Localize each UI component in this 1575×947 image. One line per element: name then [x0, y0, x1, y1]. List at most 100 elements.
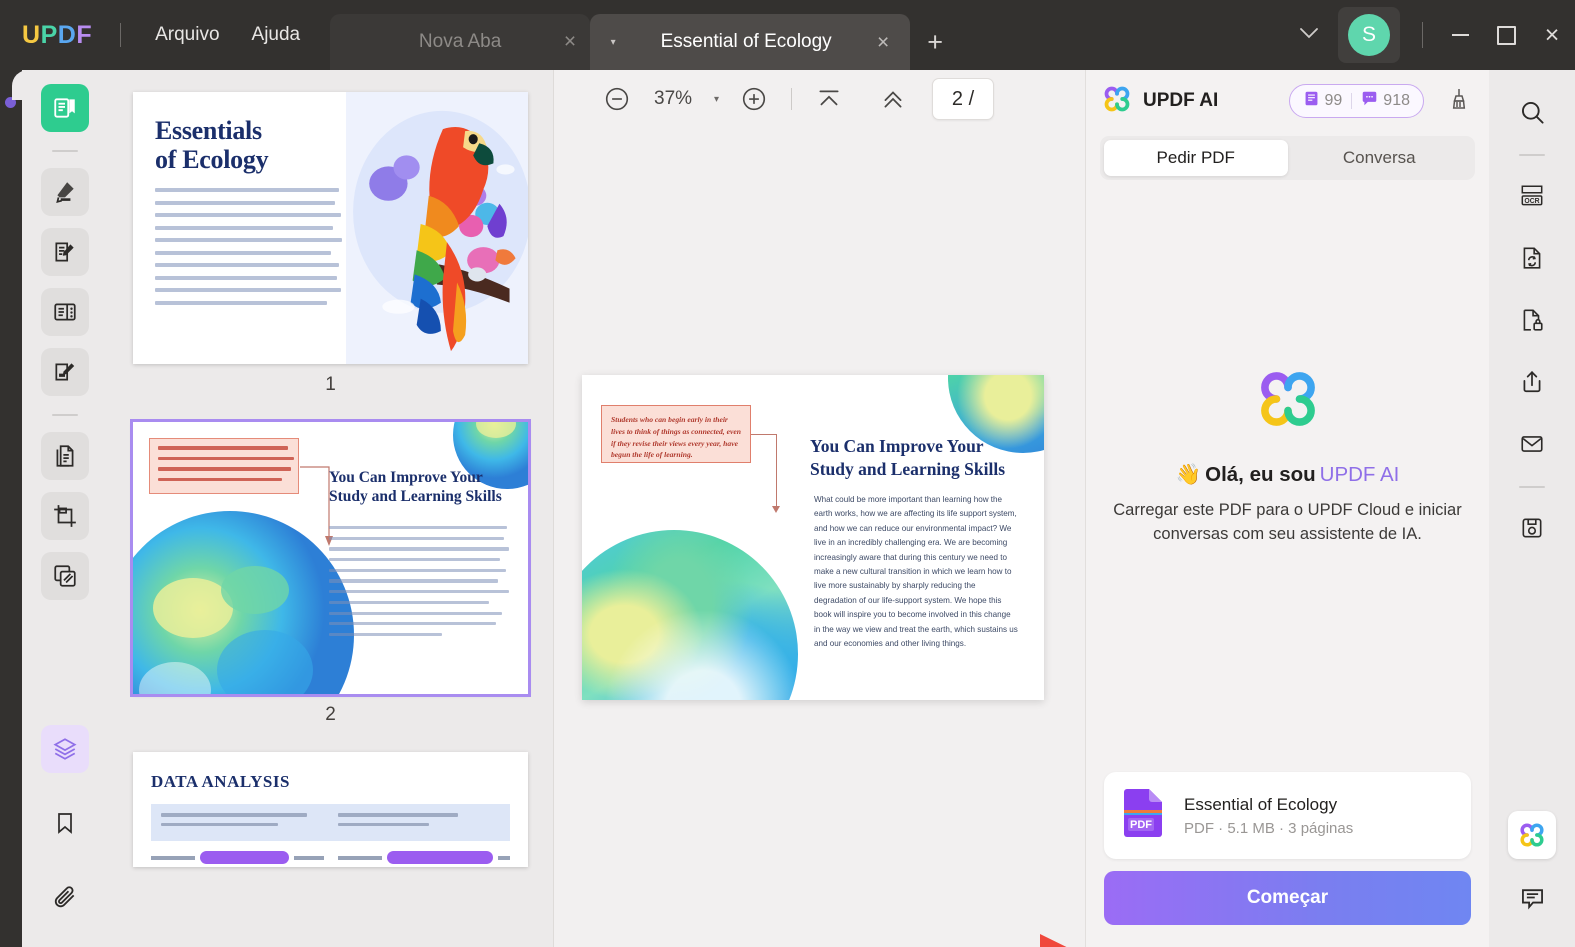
search-icon[interactable]: [1508, 88, 1556, 136]
zoom-in-icon[interactable]: [733, 78, 775, 120]
thumb2-body-lines: [329, 526, 511, 644]
broom-icon[interactable]: [1447, 87, 1471, 116]
sidebar-item-crop[interactable]: [41, 492, 89, 540]
email-icon[interactable]: [1508, 420, 1556, 468]
chevron-down-icon[interactable]: [1280, 26, 1338, 44]
sidebar-divider: [1519, 154, 1545, 156]
rendered-pdf-page[interactable]: Students who can begin early in their li…: [582, 375, 1044, 700]
tab-essential-of-ecology-label: Essential of Ecology: [660, 31, 832, 52]
main-body: Essentials of Ecology 1 You Can Improve …: [0, 70, 1575, 947]
chat-icon: [1361, 90, 1378, 112]
chevron-down-icon[interactable]: ▾: [600, 37, 626, 48]
menu-arquivo[interactable]: Arquivo: [139, 18, 235, 52]
zoom-level: 37%: [654, 88, 693, 109]
attached-file-meta: PDF · 5.1 MB · 3 páginas: [1184, 819, 1354, 837]
sidebar-item-highlighter[interactable]: [41, 168, 89, 216]
thumb3-bars: [151, 851, 510, 864]
thumbnail-page-2[interactable]: You Can Improve Your Study and Learning …: [130, 419, 531, 697]
previous-page-icon[interactable]: [872, 78, 914, 120]
thumb2-title-line2: Study and Learning Skills: [329, 488, 502, 506]
sidebar-divider: [52, 150, 78, 152]
toolbar-divider: [791, 88, 793, 110]
ai-description: Carregar este PDF para o UPDF Cloud e in…: [1113, 500, 1462, 543]
start-button[interactable]: Começar: [1104, 871, 1471, 925]
tab-nova-aba[interactable]: Nova Aba ×: [330, 14, 591, 70]
tab-strip: Nova Aba × ▾ Essential of Ecology × +: [330, 0, 960, 70]
thumbnail-page-1-number: 1: [325, 374, 336, 395]
message-count: 918: [1361, 90, 1410, 112]
updf-logo[interactable]: U P D F: [22, 21, 92, 50]
updf-ai-large-clover-icon: [1255, 366, 1321, 437]
sidebar-item-annotate[interactable]: [41, 228, 89, 276]
sidebar-item-organize[interactable]: [41, 288, 89, 336]
logo-letter-d: D: [57, 20, 77, 49]
tab-nova-aba-label: Nova Aba: [418, 31, 502, 52]
avatar: S: [1348, 14, 1390, 56]
page-heading-line2: Study and Learning Skills: [810, 459, 1006, 480]
close-icon[interactable]: ×: [564, 30, 576, 54]
attached-file-card[interactable]: PDF Essential of Ecology PDF · 5.1 MB · …: [1104, 772, 1471, 859]
page-callout-text: Students who can begin early in their li…: [611, 415, 741, 460]
ai-usage-counters[interactable]: 99 918: [1288, 84, 1424, 118]
chevron-down-icon[interactable]: ▾: [714, 94, 719, 105]
right-tool-sidebar: OCR: [1489, 70, 1575, 947]
logo-letter-f: F: [76, 20, 93, 49]
maximize-icon[interactable]: [1483, 12, 1529, 58]
callout-arrow-line: [751, 434, 777, 510]
share-icon[interactable]: [1508, 358, 1556, 406]
updf-ai-panel: UPDF AI 99 918 Pedir PDF Conversa 👋 Olá,…: [1085, 70, 1489, 947]
attached-file-name: Essential of Ecology: [1184, 794, 1338, 814]
account-button[interactable]: S: [1338, 7, 1400, 63]
first-page-icon[interactable]: [808, 78, 850, 120]
document-icon: [1303, 90, 1320, 112]
sidebar-item-reader[interactable]: [41, 84, 89, 132]
page-number-input[interactable]: 2 /: [932, 78, 995, 120]
document-viewer: 37% ▾ 2 / Students who can begin early i…: [553, 70, 1085, 947]
logo-letter-u: U: [22, 20, 41, 49]
svg-text:OCR: OCR: [1524, 198, 1539, 205]
ai-greeting-text: Olá, eu sou: [1205, 462, 1316, 486]
thumbnail-page-3[interactable]: DATA ANALYSIS: [133, 752, 528, 867]
sidebar-item-attachment[interactable]: [41, 873, 89, 921]
message-count-value: 918: [1383, 92, 1410, 109]
tab-essential-of-ecology[interactable]: ▾ Essential of Ecology ×: [590, 14, 911, 70]
thumb3-legend: [151, 804, 510, 841]
title-bar: U P D F Arquivo Ajuda Nova Aba × ▾ Essen…: [0, 0, 1575, 70]
document-count-value: 99: [1324, 92, 1343, 109]
sidebar-divider: [52, 414, 78, 416]
thumb1-parrot-illustration: [346, 92, 528, 364]
page-thumbnail-pane[interactable]: Essentials of Ecology 1 You Can Improve …: [108, 70, 553, 947]
minimize-icon[interactable]: [1437, 12, 1483, 58]
sidebar-item-page-tools[interactable]: [41, 432, 89, 480]
new-tab-button[interactable]: +: [910, 29, 960, 56]
sidebar-item-layers[interactable]: [41, 725, 89, 773]
sidebar-item-compare[interactable]: [41, 552, 89, 600]
comment-icon[interactable]: [1508, 873, 1556, 921]
left-edge-rail: [0, 70, 22, 947]
convert-icon[interactable]: [1508, 234, 1556, 282]
save-icon[interactable]: [1508, 504, 1556, 552]
ocr-icon[interactable]: OCR: [1508, 172, 1556, 220]
window-controls-divider: [1422, 22, 1423, 48]
annotation-arrow-icon: [940, 928, 1100, 947]
zoom-out-icon[interactable]: [596, 78, 638, 120]
ai-greeting-brand: UPDF AI: [1319, 462, 1400, 486]
sidebar-item-edit-form[interactable]: [41, 348, 89, 396]
left-tool-sidebar: [22, 70, 108, 947]
close-icon[interactable]: ×: [1529, 12, 1575, 58]
menu-ajuda[interactable]: Ajuda: [236, 18, 317, 52]
updf-ai-button[interactable]: [1508, 811, 1556, 859]
document-count: 99: [1303, 90, 1343, 112]
wave-emoji-icon: 👋: [1175, 462, 1202, 486]
counter-divider: [1351, 93, 1353, 109]
close-icon[interactable]: ×: [866, 32, 900, 53]
svg-text:PDF: PDF: [1130, 819, 1152, 831]
protect-lock-icon[interactable]: [1508, 296, 1556, 344]
sidebar-item-bookmark[interactable]: [41, 799, 89, 847]
page-callout-note: Students who can begin early in their li…: [601, 405, 751, 463]
sidebar-divider: [1519, 486, 1545, 488]
window-controls: S ×: [1280, 0, 1575, 70]
ai-panel-header: UPDF AI 99 918: [1086, 70, 1489, 132]
thumbnail-page-2-number: 2: [325, 704, 336, 725]
thumbnail-page-1[interactable]: Essentials of Ecology: [133, 92, 528, 364]
